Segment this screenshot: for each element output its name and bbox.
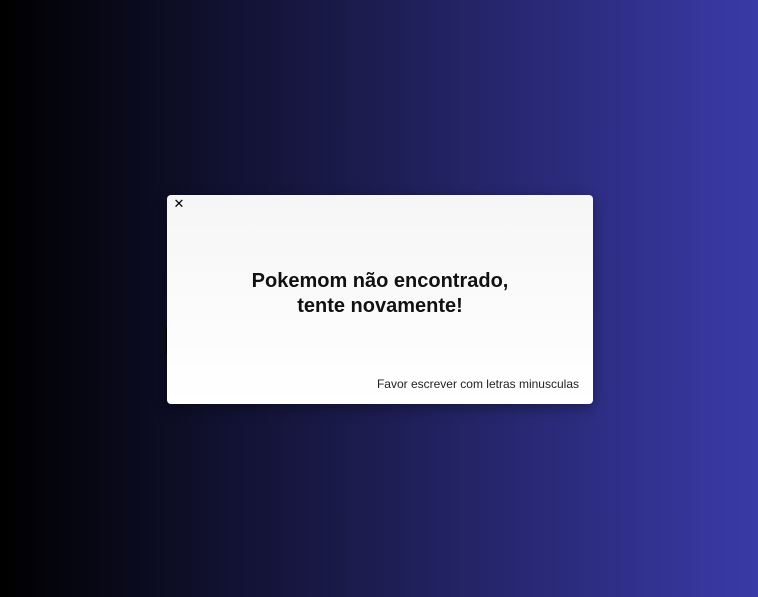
not-found-dialog: ✕ Pokemom não encontrado, tente novament… (167, 195, 593, 404)
error-message-line-2: tente novamente! (297, 295, 463, 317)
error-message: Pokemom não encontrado, tente novamente! (167, 269, 593, 319)
lowercase-hint: Favor escrever com letras minusculas (376, 377, 579, 391)
error-message-line-1: Pokemom não encontrado, (251, 270, 509, 292)
close-icon[interactable]: ✕ (173, 198, 185, 212)
